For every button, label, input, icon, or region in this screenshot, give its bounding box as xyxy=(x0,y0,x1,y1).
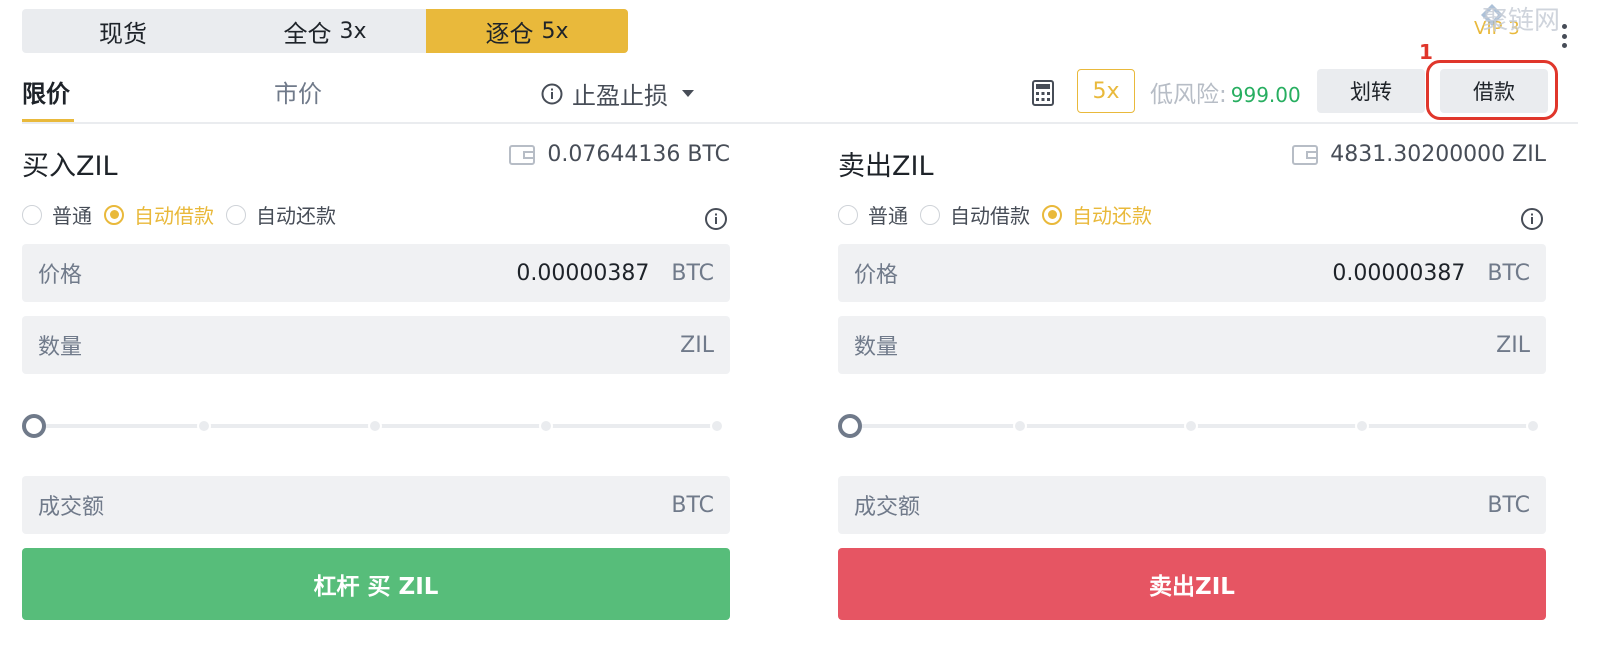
info-icon[interactable] xyxy=(1520,207,1544,231)
sell-button[interactable]: 卖出ZIL xyxy=(838,548,1546,620)
buy-radio-auto-borrow-label: 自动借款 xyxy=(134,204,214,228)
sell-quantity-label: 数量 xyxy=(854,335,899,360)
buy-balance-value: 0.07644136 BTC xyxy=(547,142,730,167)
slider-tick-100[interactable] xyxy=(1526,419,1540,433)
leverage-button[interactable]: 5x xyxy=(1077,69,1135,113)
tab-isolated[interactable]: 逐仓 5x xyxy=(426,9,628,53)
sell-radio-auto-repay[interactable]: 自动还款 xyxy=(1042,200,1152,229)
wallet-icon xyxy=(509,144,536,165)
buy-radio-normal-label: 普通 xyxy=(52,204,92,228)
buy-margin-options: 普通 自动借款 自动还款 xyxy=(22,200,348,229)
radio-icon xyxy=(22,204,42,225)
radio-checked-icon xyxy=(1042,204,1062,225)
annotation-step-number: 1 xyxy=(1419,40,1433,64)
tab-cross[interactable]: 全仓 3x xyxy=(224,9,426,53)
sell-quantity-unit: ZIL xyxy=(1496,332,1530,358)
sell-price-label: 价格 xyxy=(854,263,899,288)
tab-stop-limit-label: 止盈止损 xyxy=(572,82,668,110)
sell-quantity-input[interactable]: 数量 ZIL xyxy=(838,316,1546,374)
wallet-icon xyxy=(1292,144,1319,165)
risk-value: 999.00 xyxy=(1230,83,1301,107)
tab-spot-label: 现货 xyxy=(99,19,147,48)
risk-label: 低风险: xyxy=(1150,82,1227,108)
sell-radio-normal-label: 普通 xyxy=(868,204,908,228)
sell-radio-normal[interactable]: 普通 xyxy=(838,200,908,229)
buy-radio-auto-repay[interactable]: 自动还款 xyxy=(226,200,336,229)
buy-quantity-input[interactable]: 数量 ZIL xyxy=(22,316,730,374)
buy-button[interactable]: 杠杆 买 ZIL xyxy=(22,548,730,620)
more-menu-icon[interactable] xyxy=(1560,24,1568,48)
tab-limit-underline xyxy=(22,119,74,122)
slider-handle[interactable] xyxy=(838,414,862,438)
buy-radio-auto-borrow[interactable]: 自动借款 xyxy=(104,200,214,229)
annotation-highlight-box xyxy=(1426,60,1558,120)
sell-total-unit: BTC xyxy=(1487,492,1530,518)
buy-price-label: 价格 xyxy=(38,263,83,288)
sell-balance: 4831.30200000 ZIL xyxy=(1292,142,1546,167)
sell-total-input[interactable]: 成交额 BTC xyxy=(838,476,1546,534)
buy-total-input[interactable]: 成交额 BTC xyxy=(22,476,730,534)
margin-mode-tabs: 现货 全仓 3x 逐仓 5x xyxy=(22,9,628,53)
order-type-row: 限价 市价 止盈止损 5x 低风险: 999.00 划转 借款 xyxy=(22,68,1578,124)
chevron-down-icon xyxy=(682,90,694,97)
sell-price-unit: BTC xyxy=(1487,260,1530,286)
tab-spot[interactable]: 现货 xyxy=(22,9,224,53)
slider-tick-75[interactable] xyxy=(539,419,553,433)
buy-title: 买入ZIL xyxy=(22,151,118,182)
slider-tick-25[interactable] xyxy=(197,419,211,433)
radio-icon xyxy=(838,204,858,225)
tab-cross-leverage: 3x xyxy=(339,18,367,44)
buy-radio-auto-repay-label: 自动还款 xyxy=(256,204,336,228)
info-icon xyxy=(541,83,563,104)
sell-margin-options: 普通 自动借款 自动还款 xyxy=(838,200,1164,229)
sell-amount-slider[interactable] xyxy=(838,412,1546,440)
buy-total-unit: BTC xyxy=(671,492,714,518)
buy-quantity-label: 数量 xyxy=(38,335,83,360)
buy-balance: 0.07644136 BTC xyxy=(509,142,730,167)
buy-radio-normal[interactable]: 普通 xyxy=(22,200,92,229)
slider-tick-25[interactable] xyxy=(1013,419,1027,433)
slider-tick-75[interactable] xyxy=(1355,419,1369,433)
tab-market[interactable]: 市价 xyxy=(274,74,322,109)
info-icon[interactable] xyxy=(704,207,728,231)
sell-radio-auto-repay-label: 自动还款 xyxy=(1072,204,1152,228)
slider-tick-100[interactable] xyxy=(710,419,724,433)
buy-amount-slider[interactable] xyxy=(22,412,730,440)
radio-icon xyxy=(920,204,940,225)
tab-limit[interactable]: 限价 xyxy=(22,74,70,109)
sell-radio-auto-borrow[interactable]: 自动借款 xyxy=(920,200,1030,229)
buy-quantity-unit: ZIL xyxy=(680,332,714,358)
radio-icon xyxy=(226,204,246,225)
calculator-icon[interactable] xyxy=(1032,80,1054,106)
tab-stop-limit-dropdown[interactable]: 止盈止损 xyxy=(540,76,694,111)
buy-price-unit: BTC xyxy=(671,260,714,286)
transfer-button[interactable]: 划转 xyxy=(1317,69,1425,113)
tab-cross-label: 全仓 xyxy=(283,19,332,48)
slider-tick-50[interactable] xyxy=(1184,419,1198,433)
sell-total-label: 成交额 xyxy=(854,495,921,520)
sell-panel: 卖出ZIL 4831.30200000 ZIL 普通 自动借款 自动还款 价格 … xyxy=(838,140,1546,630)
buy-panel: 买入ZIL 0.07644136 BTC 普通 自动借款 自动还款 价格 0.0… xyxy=(22,140,730,630)
sell-radio-auto-borrow-label: 自动借款 xyxy=(950,204,1030,228)
sell-price-value: 0.00000387 xyxy=(1332,260,1466,286)
buy-total-label: 成交额 xyxy=(38,495,105,520)
sell-balance-value: 4831.30200000 ZIL xyxy=(1330,142,1546,167)
buy-price-value: 0.00000387 xyxy=(516,260,650,286)
risk-indicator: 低风险: 999.00 xyxy=(1150,75,1301,109)
sell-price-input[interactable]: 价格 0.00000387 BTC xyxy=(838,244,1546,302)
radio-checked-icon xyxy=(104,204,124,225)
watermark-text: 聚链网 xyxy=(1482,6,1561,36)
buy-price-input[interactable]: 价格 0.00000387 BTC xyxy=(22,244,730,302)
sell-title: 卖出ZIL xyxy=(838,151,934,182)
slider-handle[interactable] xyxy=(22,414,46,438)
tab-isolated-label: 逐仓 xyxy=(485,19,534,48)
tab-isolated-leverage: 5x xyxy=(541,18,569,44)
slider-tick-50[interactable] xyxy=(368,419,382,433)
